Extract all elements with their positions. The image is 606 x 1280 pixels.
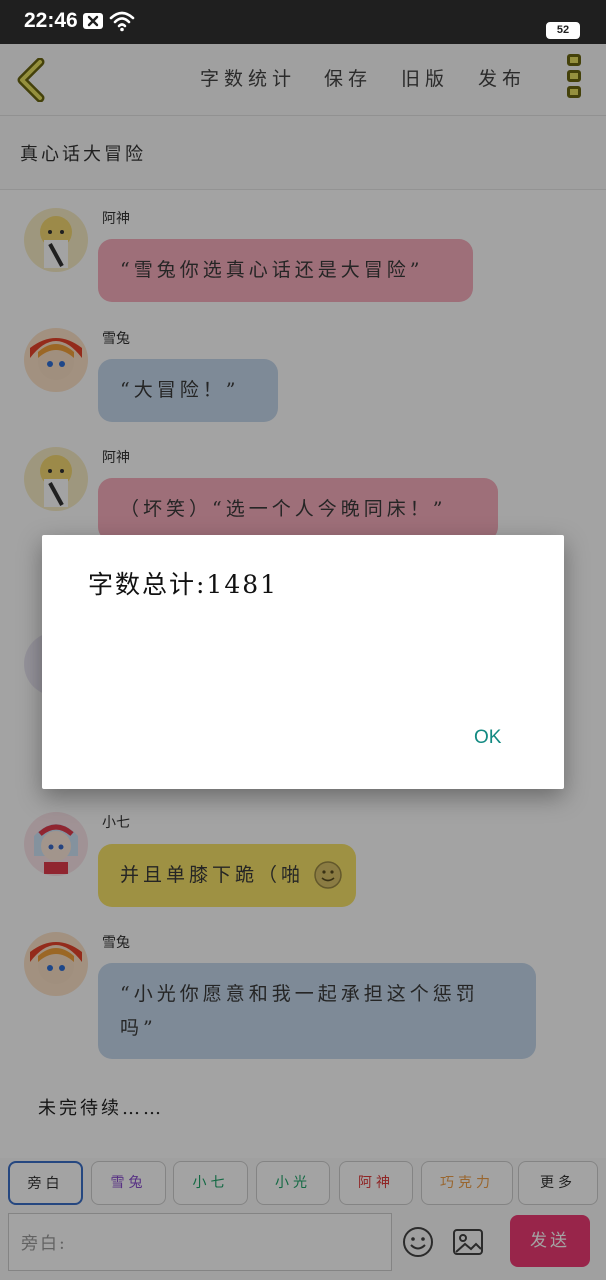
notification-icon xyxy=(83,13,103,29)
status-time: 22:46 xyxy=(24,9,78,32)
dialog-ok-button[interactable]: OK xyxy=(474,727,501,749)
wifi-icon xyxy=(109,10,135,36)
dialog-message: 字数总计:1481 xyxy=(88,570,279,599)
status-bar: 22:46 52 xyxy=(0,0,606,44)
word-count-dialog: 字数总计:1481 OK xyxy=(42,535,564,789)
battery-indicator: 52 xyxy=(546,22,580,39)
